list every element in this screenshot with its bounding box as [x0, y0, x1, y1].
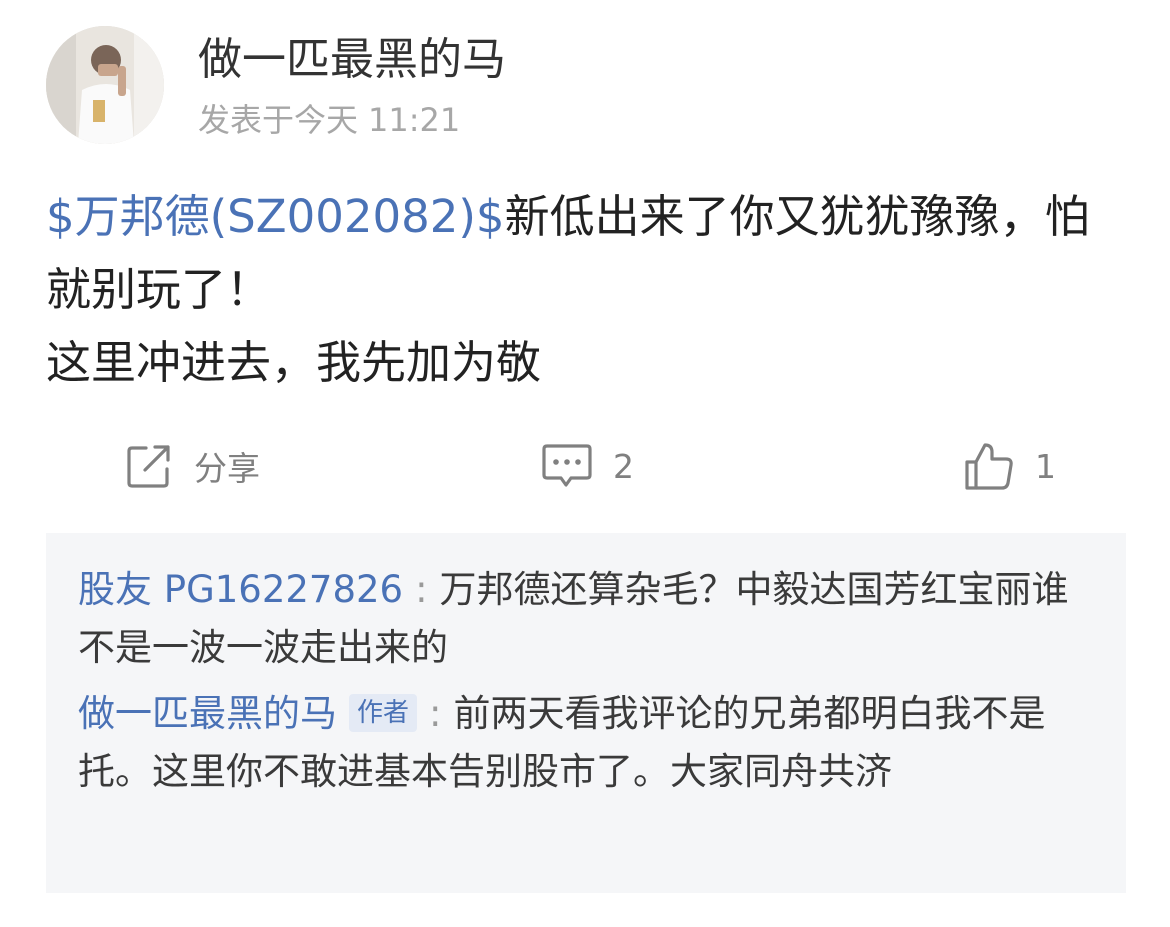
comment-count: 2: [613, 446, 634, 486]
thumbs-up-icon: [963, 441, 1015, 491]
comment-section: 股友 PG16227826: 万邦德还算杂毛？中毅达国芳红宝丽谁不是一波一波走出来…: [46, 533, 1126, 893]
like-count: 1: [1035, 446, 1056, 486]
comment-separator: :: [429, 692, 442, 735]
post-header: 做一匹最黑的马 发表于今天 11:21: [46, 26, 1126, 146]
stock-tag-link[interactable]: $万邦德(SZ002082)$: [46, 190, 505, 243]
post-content-line-2: 这里冲进去，我先加为敬: [46, 336, 542, 389]
commenter-name[interactable]: 做一匹最黑的马: [78, 692, 337, 735]
share-label: 分享: [194, 449, 260, 488]
post-time-prefix: 发表于今天: [198, 101, 359, 139]
comment-separator: :: [415, 568, 428, 611]
comment-item[interactable]: 股友 PG16227826: 万邦德还算杂毛？中毅达国芳红宝丽谁不是一波一波走出来…: [78, 561, 1092, 677]
avatar[interactable]: [46, 26, 164, 144]
comment-button[interactable]: 2: [541, 436, 634, 496]
comment-icon: [541, 442, 593, 490]
author-badge: 作者: [349, 694, 418, 732]
post-time-value: 11:21: [368, 101, 461, 139]
commenter-name[interactable]: 股友 PG16227826: [78, 568, 403, 611]
share-button[interactable]: 分享: [124, 436, 260, 496]
author-name[interactable]: 做一匹最黑的马: [198, 32, 506, 88]
share-icon: [124, 441, 174, 491]
post-content-line-1: $万邦德(SZ002082)$新低出来了你又犹犹豫豫，怕就别玩了！: [46, 180, 1130, 326]
post-content: $万邦德(SZ002082)$新低出来了你又犹犹豫豫，怕就别玩了！ 这里冲进去，…: [46, 180, 1130, 399]
comment-item[interactable]: 做一匹最黑的马 作者: 前两天看我评论的兄弟都明白我不是托。这里你不敢进基本告别股市…: [78, 685, 1092, 801]
like-button[interactable]: 1: [963, 436, 1056, 496]
post-time: 发表于今天 11:21: [198, 98, 460, 142]
action-bar: 分享 2 1: [0, 436, 1170, 496]
